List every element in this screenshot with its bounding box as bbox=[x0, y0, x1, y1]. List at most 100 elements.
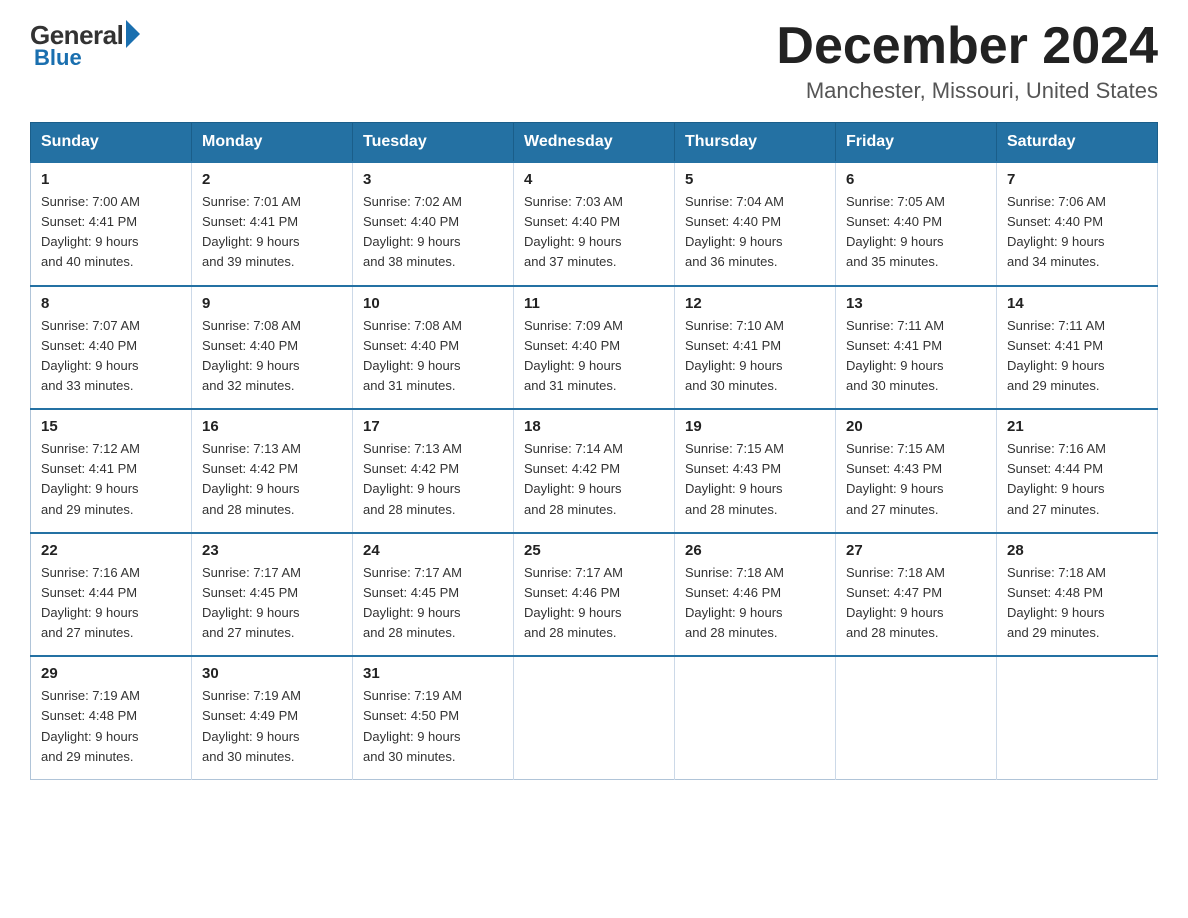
day-number: 15 bbox=[41, 418, 181, 435]
table-row: 13 Sunrise: 7:11 AM Sunset: 4:41 PM Dayl… bbox=[836, 286, 997, 410]
table-row: 21 Sunrise: 7:16 AM Sunset: 4:44 PM Dayl… bbox=[997, 409, 1158, 533]
table-row: 29 Sunrise: 7:19 AM Sunset: 4:48 PM Dayl… bbox=[31, 656, 192, 779]
day-info: Sunrise: 7:17 AM Sunset: 4:45 PM Dayligh… bbox=[202, 563, 342, 644]
logo-triangle-icon bbox=[126, 20, 140, 48]
calendar-week-row: 8 Sunrise: 7:07 AM Sunset: 4:40 PM Dayli… bbox=[31, 286, 1158, 410]
table-row: 25 Sunrise: 7:17 AM Sunset: 4:46 PM Dayl… bbox=[514, 533, 675, 657]
table-row bbox=[514, 656, 675, 779]
day-info: Sunrise: 7:11 AM Sunset: 4:41 PM Dayligh… bbox=[846, 316, 986, 397]
col-tuesday: Tuesday bbox=[353, 123, 514, 163]
day-info: Sunrise: 7:19 AM Sunset: 4:50 PM Dayligh… bbox=[363, 686, 503, 767]
day-number: 27 bbox=[846, 542, 986, 559]
day-info: Sunrise: 7:07 AM Sunset: 4:40 PM Dayligh… bbox=[41, 316, 181, 397]
day-number: 24 bbox=[363, 542, 503, 559]
table-row: 31 Sunrise: 7:19 AM Sunset: 4:50 PM Dayl… bbox=[353, 656, 514, 779]
table-row: 27 Sunrise: 7:18 AM Sunset: 4:47 PM Dayl… bbox=[836, 533, 997, 657]
day-info: Sunrise: 7:04 AM Sunset: 4:40 PM Dayligh… bbox=[685, 192, 825, 273]
table-row: 7 Sunrise: 7:06 AM Sunset: 4:40 PM Dayli… bbox=[997, 162, 1158, 286]
day-number: 7 bbox=[1007, 171, 1147, 188]
table-row: 3 Sunrise: 7:02 AM Sunset: 4:40 PM Dayli… bbox=[353, 162, 514, 286]
day-number: 4 bbox=[524, 171, 664, 188]
col-friday: Friday bbox=[836, 123, 997, 163]
table-row: 5 Sunrise: 7:04 AM Sunset: 4:40 PM Dayli… bbox=[675, 162, 836, 286]
table-row: 16 Sunrise: 7:13 AM Sunset: 4:42 PM Dayl… bbox=[192, 409, 353, 533]
day-info: Sunrise: 7:02 AM Sunset: 4:40 PM Dayligh… bbox=[363, 192, 503, 273]
calendar-week-row: 29 Sunrise: 7:19 AM Sunset: 4:48 PM Dayl… bbox=[31, 656, 1158, 779]
day-number: 19 bbox=[685, 418, 825, 435]
day-number: 18 bbox=[524, 418, 664, 435]
day-info: Sunrise: 7:15 AM Sunset: 4:43 PM Dayligh… bbox=[685, 439, 825, 520]
table-row: 6 Sunrise: 7:05 AM Sunset: 4:40 PM Dayli… bbox=[836, 162, 997, 286]
table-row: 24 Sunrise: 7:17 AM Sunset: 4:45 PM Dayl… bbox=[353, 533, 514, 657]
day-info: Sunrise: 7:12 AM Sunset: 4:41 PM Dayligh… bbox=[41, 439, 181, 520]
day-info: Sunrise: 7:01 AM Sunset: 4:41 PM Dayligh… bbox=[202, 192, 342, 273]
day-number: 3 bbox=[363, 171, 503, 188]
day-number: 13 bbox=[846, 295, 986, 312]
day-info: Sunrise: 7:19 AM Sunset: 4:49 PM Dayligh… bbox=[202, 686, 342, 767]
table-row: 10 Sunrise: 7:08 AM Sunset: 4:40 PM Dayl… bbox=[353, 286, 514, 410]
day-number: 30 bbox=[202, 665, 342, 682]
day-number: 23 bbox=[202, 542, 342, 559]
col-sunday: Sunday bbox=[31, 123, 192, 163]
table-row: 8 Sunrise: 7:07 AM Sunset: 4:40 PM Dayli… bbox=[31, 286, 192, 410]
calendar-week-row: 22 Sunrise: 7:16 AM Sunset: 4:44 PM Dayl… bbox=[31, 533, 1158, 657]
table-row: 19 Sunrise: 7:15 AM Sunset: 4:43 PM Dayl… bbox=[675, 409, 836, 533]
day-number: 22 bbox=[41, 542, 181, 559]
table-row: 26 Sunrise: 7:18 AM Sunset: 4:46 PM Dayl… bbox=[675, 533, 836, 657]
day-number: 25 bbox=[524, 542, 664, 559]
day-number: 16 bbox=[202, 418, 342, 435]
table-row: 14 Sunrise: 7:11 AM Sunset: 4:41 PM Dayl… bbox=[997, 286, 1158, 410]
day-info: Sunrise: 7:13 AM Sunset: 4:42 PM Dayligh… bbox=[202, 439, 342, 520]
day-number: 1 bbox=[41, 171, 181, 188]
table-row: 2 Sunrise: 7:01 AM Sunset: 4:41 PM Dayli… bbox=[192, 162, 353, 286]
day-info: Sunrise: 7:06 AM Sunset: 4:40 PM Dayligh… bbox=[1007, 192, 1147, 273]
table-row bbox=[836, 656, 997, 779]
table-row: 11 Sunrise: 7:09 AM Sunset: 4:40 PM Dayl… bbox=[514, 286, 675, 410]
col-saturday: Saturday bbox=[997, 123, 1158, 163]
day-number: 2 bbox=[202, 171, 342, 188]
day-info: Sunrise: 7:09 AM Sunset: 4:40 PM Dayligh… bbox=[524, 316, 664, 397]
day-number: 5 bbox=[685, 171, 825, 188]
day-info: Sunrise: 7:08 AM Sunset: 4:40 PM Dayligh… bbox=[363, 316, 503, 397]
day-info: Sunrise: 7:11 AM Sunset: 4:41 PM Dayligh… bbox=[1007, 316, 1147, 397]
day-info: Sunrise: 7:17 AM Sunset: 4:46 PM Dayligh… bbox=[524, 563, 664, 644]
col-monday: Monday bbox=[192, 123, 353, 163]
table-row: 28 Sunrise: 7:18 AM Sunset: 4:48 PM Dayl… bbox=[997, 533, 1158, 657]
day-number: 17 bbox=[363, 418, 503, 435]
day-number: 12 bbox=[685, 295, 825, 312]
day-info: Sunrise: 7:18 AM Sunset: 4:46 PM Dayligh… bbox=[685, 563, 825, 644]
table-row: 1 Sunrise: 7:00 AM Sunset: 4:41 PM Dayli… bbox=[31, 162, 192, 286]
day-number: 29 bbox=[41, 665, 181, 682]
day-info: Sunrise: 7:14 AM Sunset: 4:42 PM Dayligh… bbox=[524, 439, 664, 520]
table-row bbox=[997, 656, 1158, 779]
calendar-week-row: 15 Sunrise: 7:12 AM Sunset: 4:41 PM Dayl… bbox=[31, 409, 1158, 533]
day-number: 11 bbox=[524, 295, 664, 312]
table-row: 23 Sunrise: 7:17 AM Sunset: 4:45 PM Dayl… bbox=[192, 533, 353, 657]
title-section: December 2024 Manchester, Missouri, Unit… bbox=[776, 20, 1158, 104]
day-info: Sunrise: 7:10 AM Sunset: 4:41 PM Dayligh… bbox=[685, 316, 825, 397]
day-number: 14 bbox=[1007, 295, 1147, 312]
table-row: 20 Sunrise: 7:15 AM Sunset: 4:43 PM Dayl… bbox=[836, 409, 997, 533]
day-info: Sunrise: 7:19 AM Sunset: 4:48 PM Dayligh… bbox=[41, 686, 181, 767]
table-row: 4 Sunrise: 7:03 AM Sunset: 4:40 PM Dayli… bbox=[514, 162, 675, 286]
day-info: Sunrise: 7:03 AM Sunset: 4:40 PM Dayligh… bbox=[524, 192, 664, 273]
day-number: 20 bbox=[846, 418, 986, 435]
day-info: Sunrise: 7:13 AM Sunset: 4:42 PM Dayligh… bbox=[363, 439, 503, 520]
day-info: Sunrise: 7:00 AM Sunset: 4:41 PM Dayligh… bbox=[41, 192, 181, 273]
table-row: 12 Sunrise: 7:10 AM Sunset: 4:41 PM Dayl… bbox=[675, 286, 836, 410]
table-row: 18 Sunrise: 7:14 AM Sunset: 4:42 PM Dayl… bbox=[514, 409, 675, 533]
col-wednesday: Wednesday bbox=[514, 123, 675, 163]
logo: General Blue bbox=[30, 20, 140, 71]
col-thursday: Thursday bbox=[675, 123, 836, 163]
table-row: 17 Sunrise: 7:13 AM Sunset: 4:42 PM Dayl… bbox=[353, 409, 514, 533]
day-info: Sunrise: 7:08 AM Sunset: 4:40 PM Dayligh… bbox=[202, 316, 342, 397]
day-number: 26 bbox=[685, 542, 825, 559]
day-number: 31 bbox=[363, 665, 503, 682]
calendar-table: Sunday Monday Tuesday Wednesday Thursday… bbox=[30, 122, 1158, 780]
table-row: 15 Sunrise: 7:12 AM Sunset: 4:41 PM Dayl… bbox=[31, 409, 192, 533]
day-info: Sunrise: 7:05 AM Sunset: 4:40 PM Dayligh… bbox=[846, 192, 986, 273]
day-info: Sunrise: 7:16 AM Sunset: 4:44 PM Dayligh… bbox=[41, 563, 181, 644]
day-info: Sunrise: 7:18 AM Sunset: 4:47 PM Dayligh… bbox=[846, 563, 986, 644]
day-number: 6 bbox=[846, 171, 986, 188]
table-row: 30 Sunrise: 7:19 AM Sunset: 4:49 PM Dayl… bbox=[192, 656, 353, 779]
